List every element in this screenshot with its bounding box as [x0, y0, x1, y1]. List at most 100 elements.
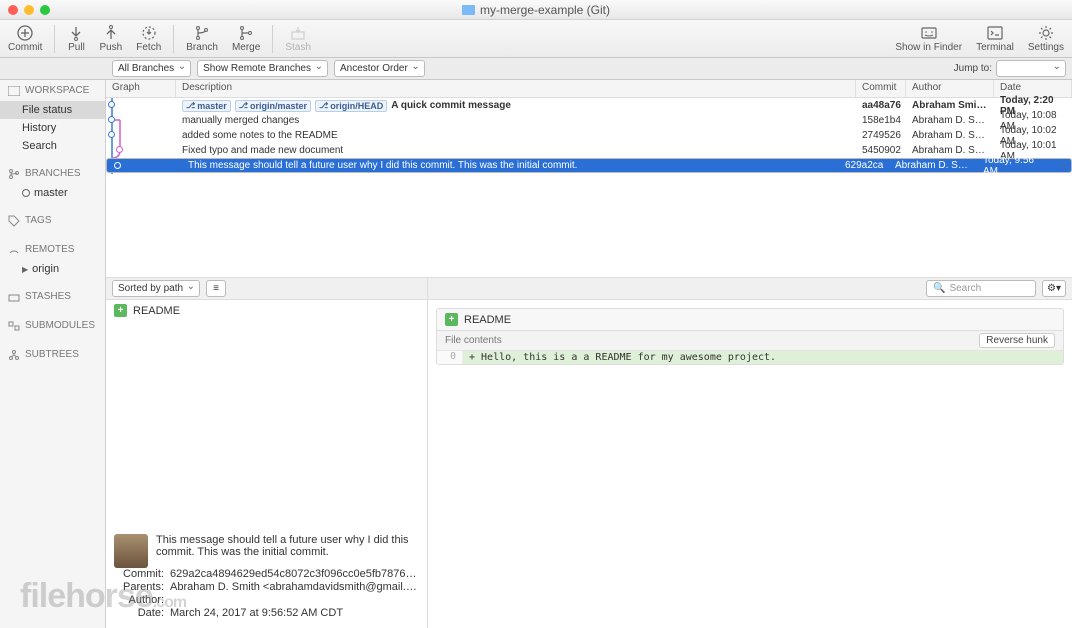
branch-filter-select[interactable]: All Branches — [112, 60, 191, 77]
sidebar-item-search[interactable]: Search — [0, 137, 105, 155]
commit-hash: 629a2ca — [839, 160, 889, 171]
commit-row[interactable]: manually merged changes 158e1b4Abraham D.… — [106, 113, 1072, 128]
sidebar: WORKSPACE File status History Search BRA… — [0, 80, 106, 628]
sidebar-item-file-status[interactable]: File status — [0, 101, 105, 119]
commit-hash: 158e1b4 — [856, 115, 906, 126]
close-window-button[interactable] — [8, 5, 18, 15]
subtrees-icon — [8, 350, 20, 360]
settings-button[interactable]: Settings — [1028, 24, 1064, 53]
stash-button[interactable]: Stash — [285, 24, 311, 53]
commit-parents: Abraham D. Smith <abrahamdavidsmith@gmai… — [170, 581, 424, 593]
diff-panel: 🔍 Search ⚙▾ + README File contents Rever… — [428, 278, 1072, 628]
branch-tag[interactable]: ⎇origin/HEAD — [315, 100, 387, 112]
commit-row[interactable]: added some notes to the README2749526Abr… — [106, 128, 1072, 143]
diff-file: + README File contents Reverse hunk 0 + … — [436, 308, 1064, 365]
commit-description: Fixed typo and made new document — [182, 145, 343, 156]
commit-hash: 5450902 — [856, 145, 906, 156]
line-text: + Hello, this is a a README for my aweso… — [463, 351, 1063, 364]
file-added-icon: + — [114, 304, 127, 317]
zoom-window-button[interactable] — [40, 5, 50, 15]
sidebar-section-branches[interactable]: BRANCHES — [0, 163, 105, 184]
diff-search-input[interactable]: 🔍 Search — [926, 280, 1036, 297]
terminal-icon — [986, 24, 1004, 42]
jumpto-select[interactable] — [996, 60, 1066, 77]
diff-toolbar: 🔍 Search ⚙▾ — [428, 278, 1072, 300]
sidebar-section-workspace[interactable]: WORKSPACE — [0, 80, 105, 101]
sidebar-section-subtrees[interactable]: SUBTREES — [0, 344, 105, 365]
commit-hash: 2749526 — [856, 130, 906, 141]
search-icon: 🔍 — [933, 283, 945, 294]
branch-icon — [193, 24, 211, 42]
commit-row[interactable]: ⎇master ⎇origin/master ⎇origin/HEAD A quick… — [106, 98, 1072, 113]
window-title-text: my-merge-example (Git) — [480, 3, 610, 17]
diff-settings-button[interactable]: ⚙▾ — [1042, 280, 1066, 297]
branch-tag[interactable]: ⎇master — [182, 100, 231, 112]
commit-author — [170, 594, 424, 606]
window-controls — [8, 5, 50, 15]
branch-tag[interactable]: ⎇origin/master — [235, 100, 311, 112]
commit-table-header: Graph Description Commit Author Date — [106, 80, 1072, 98]
commit-date-cell: Today, 9:56 AM — [977, 155, 1055, 177]
remotes-icon — [8, 245, 20, 255]
col-graph[interactable]: Graph — [106, 80, 176, 97]
stashes-icon — [8, 292, 20, 302]
commit-description: This message should tell a future user w… — [188, 160, 577, 171]
fetch-button[interactable]: Fetch — [136, 24, 161, 53]
terminal-button[interactable]: Terminal — [976, 24, 1014, 53]
commit-list: ⎇master ⎇origin/master ⎇origin/HEAD A quick… — [106, 98, 1072, 184]
commit-row[interactable]: Fixed typo and made new document5450902A… — [106, 143, 1072, 158]
order-filter-select[interactable]: Ancestor Order — [334, 60, 425, 77]
branches-icon — [8, 169, 20, 179]
reverse-hunk-button[interactable]: Reverse hunk — [979, 333, 1055, 348]
diff-file-header[interactable]: + README — [437, 309, 1063, 331]
commit-hash: aa48a76 — [856, 100, 906, 111]
commit-icon — [16, 24, 34, 42]
commit-description: A quick commit message — [391, 100, 511, 111]
fetch-icon — [140, 24, 158, 42]
commit-description: manually merged changes — [182, 115, 299, 126]
commit-button[interactable]: Commit — [8, 24, 42, 53]
sidebar-section-submodules[interactable]: SUBMODULES — [0, 315, 105, 336]
col-commit[interactable]: Commit — [856, 80, 906, 97]
toolbar: Commit Pull Push Fetch Branch Merge — [0, 20, 1072, 58]
diff-line: 0 + Hello, this is a a README for my awe… — [437, 351, 1063, 364]
files-toolbar: Sorted by path ≡ — [106, 278, 427, 300]
sort-select[interactable]: Sorted by path — [112, 280, 200, 297]
col-description[interactable]: Description — [176, 80, 856, 97]
commit-row[interactable]: This message should tell a future user w… — [106, 158, 1072, 173]
titlebar: my-merge-example (Git) — [0, 0, 1072, 20]
sidebar-section-tags[interactable]: TAGS — [0, 210, 105, 231]
remote-filter-select[interactable]: Show Remote Branches — [197, 60, 328, 77]
list-options-button[interactable]: ≡ — [206, 280, 226, 297]
pull-button[interactable]: Pull — [67, 24, 85, 53]
file-name: README — [133, 305, 180, 317]
push-button[interactable]: Push — [99, 24, 122, 53]
sidebar-item-history[interactable]: History — [0, 119, 105, 137]
push-icon — [102, 24, 120, 42]
commit-detail: This message should tell a future user w… — [114, 534, 424, 620]
pull-icon — [67, 24, 85, 42]
sidebar-section-stashes[interactable]: STASHES — [0, 286, 105, 307]
submodules-icon — [8, 321, 20, 331]
file-item[interactable]: + README — [106, 300, 427, 321]
tags-icon — [8, 216, 20, 226]
col-author[interactable]: Author — [906, 80, 994, 97]
commit-author-cell: Abraham D. Smith… — [889, 160, 977, 171]
commit-message: This message should tell a future user w… — [114, 534, 424, 558]
workspace-icon — [8, 86, 20, 96]
minimize-window-button[interactable] — [24, 5, 34, 15]
sidebar-section-remotes[interactable]: REMOTES — [0, 239, 105, 260]
commit-hash-full: 629a2ca4894629ed54c8072c3f096cc0e5fb7876… — [170, 568, 424, 580]
window-title: my-merge-example (Git) — [462, 3, 610, 17]
branch-button[interactable]: Branch — [186, 24, 218, 53]
commit-date: March 24, 2017 at 9:56:52 AM CDT — [170, 607, 424, 619]
show-in-finder-button[interactable]: Show in Finder — [895, 24, 962, 53]
sidebar-remote-origin[interactable]: ▶ origin — [0, 260, 105, 278]
commit-author-cell: Abraham D. Smith… — [906, 115, 994, 126]
sidebar-branch-master[interactable]: master — [0, 184, 105, 202]
current-branch-indicator — [22, 189, 30, 197]
line-number: 0 — [437, 351, 463, 364]
disclosure-icon: ▶ — [22, 265, 28, 274]
author-avatar — [114, 534, 148, 568]
merge-button[interactable]: Merge — [232, 24, 260, 53]
